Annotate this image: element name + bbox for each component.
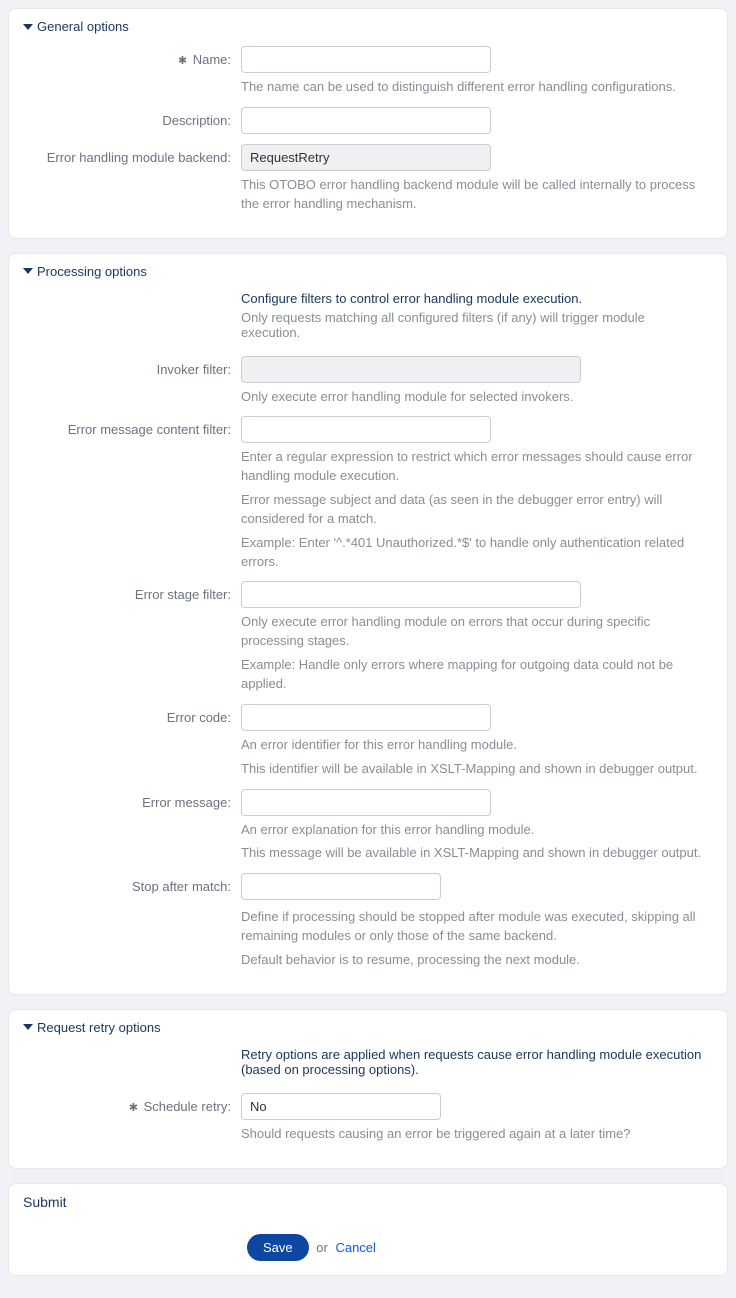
chevron-down-icon (23, 24, 33, 30)
error-message-help1: An error explanation for this error hand… (241, 821, 707, 840)
or-text: or (316, 1240, 328, 1255)
stop-after-match-row: Stop after match: Define if processing s… (23, 873, 713, 970)
backend-value: RequestRetry (241, 144, 491, 171)
schedule-retry-label: ✱ Schedule retry: (23, 1093, 241, 1114)
error-message-input[interactable] (241, 789, 491, 816)
section-title: Request retry options (37, 1020, 161, 1035)
processing-intro: Configure filters to control error handl… (241, 291, 707, 306)
stop-help2: Default behavior is to resume, processin… (241, 951, 707, 970)
general-options-widget: General options ✱ Name: The name can be … (8, 8, 728, 239)
backend-label: Error handling module backend: (23, 144, 241, 165)
submit-title: Submit (23, 1194, 713, 1210)
chevron-down-icon (23, 1024, 33, 1030)
schedule-retry-row: ✱ Schedule retry: No Should requests cau… (23, 1093, 713, 1144)
retry-options-widget: Request retry options Retry options are … (8, 1009, 728, 1169)
error-code-help2: This identifier will be available in XSL… (241, 760, 707, 779)
name-label: ✱ Name: (23, 46, 241, 67)
content-filter-help3: Example: Enter '^.*401 Unauthorized.*$' … (241, 534, 707, 572)
stage-filter-help1: Only execute error handling module on er… (241, 613, 707, 651)
invoker-filter-select[interactable] (241, 356, 581, 383)
backend-row: Error handling module backend: RequestRe… (23, 144, 713, 214)
name-input[interactable] (241, 46, 491, 73)
chevron-down-icon (23, 268, 33, 274)
schedule-retry-help: Should requests causing an error be trig… (241, 1125, 707, 1144)
description-row: Description: (23, 107, 713, 134)
invoker-filter-help: Only execute error handling module for s… (241, 388, 707, 407)
name-row: ✱ Name: The name can be used to distingu… (23, 46, 713, 97)
cancel-link[interactable]: Cancel (335, 1240, 375, 1255)
name-help: The name can be used to distinguish diff… (241, 78, 707, 97)
stop-after-match-select[interactable] (241, 873, 441, 900)
content-filter-label: Error message content filter: (23, 416, 241, 437)
content-filter-help1: Enter a regular expression to restrict w… (241, 448, 707, 486)
processing-options-header[interactable]: Processing options (23, 264, 713, 279)
submit-widget: Submit Save or Cancel (8, 1183, 728, 1276)
backend-help: This OTOBO error handling backend module… (241, 176, 707, 214)
processing-intro-sub: Only requests matching all configured fi… (241, 310, 707, 340)
schedule-retry-select[interactable]: No (241, 1093, 441, 1120)
description-input[interactable] (241, 107, 491, 134)
error-code-label: Error code: (23, 704, 241, 725)
description-label: Description: (23, 107, 241, 128)
save-button[interactable]: Save (247, 1234, 309, 1261)
stage-filter-row: Error stage filter: Only execute error h… (23, 581, 713, 693)
error-message-row: Error message: An error explanation for … (23, 789, 713, 864)
stage-filter-select[interactable] (241, 581, 581, 608)
error-code-row: Error code: An error identifier for this… (23, 704, 713, 779)
stop-help1: Define if processing should be stopped a… (241, 908, 707, 946)
retry-intro-row: Retry options are applied when requests … (23, 1047, 713, 1089)
stage-filter-help2: Example: Handle only errors where mappin… (241, 656, 707, 694)
invoker-filter-row: Invoker filter: Only execute error handl… (23, 356, 713, 407)
general-options-header[interactable]: General options (23, 19, 713, 34)
error-message-help2: This message will be available in XSLT-M… (241, 844, 707, 863)
retry-options-header[interactable]: Request retry options (23, 1020, 713, 1035)
processing-options-widget: Processing options Configure filters to … (8, 253, 728, 995)
error-code-input[interactable] (241, 704, 491, 731)
stop-label: Stop after match: (23, 873, 241, 894)
retry-intro: Retry options are applied when requests … (241, 1047, 707, 1077)
content-filter-row: Error message content filter: Enter a re… (23, 416, 713, 571)
stage-filter-label: Error stage filter: (23, 581, 241, 602)
error-message-label: Error message: (23, 789, 241, 810)
content-filter-help2: Error message subject and data (as seen … (241, 491, 707, 529)
section-title: Processing options (37, 264, 147, 279)
content-filter-input[interactable] (241, 416, 491, 443)
error-code-help1: An error identifier for this error handl… (241, 736, 707, 755)
section-title: General options (37, 19, 129, 34)
invoker-filter-label: Invoker filter: (23, 356, 241, 377)
processing-intro-row: Configure filters to control error handl… (23, 291, 713, 352)
